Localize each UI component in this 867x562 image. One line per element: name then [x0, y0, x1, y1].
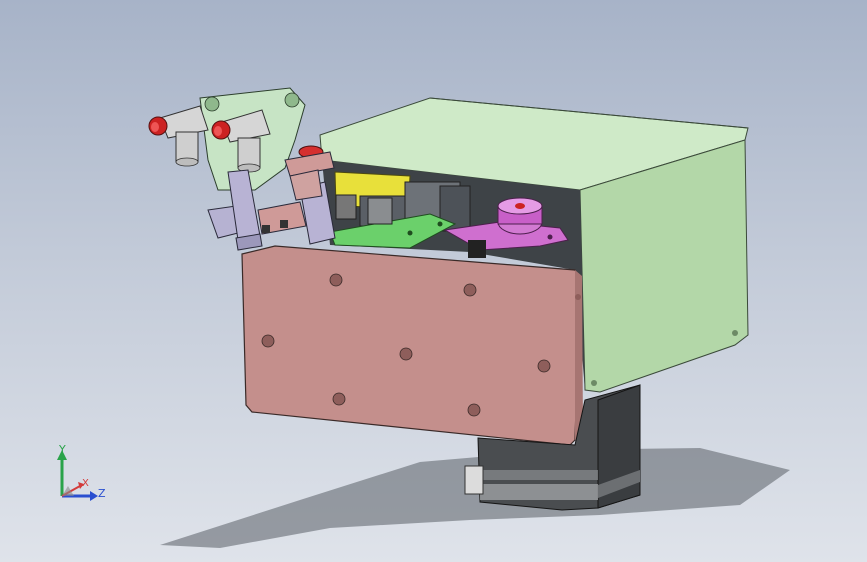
plate-hole	[332, 392, 346, 406]
coordinate-triad: Y X Z	[44, 440, 114, 510]
model-shadow	[160, 448, 790, 548]
plate-hole	[463, 283, 477, 297]
assembly-model[interactable]	[0, 0, 867, 562]
plate-hole	[537, 359, 551, 373]
mounting-plate[interactable]	[241, 245, 583, 446]
cad-viewport[interactable]: Y X Z	[0, 0, 867, 562]
plate-hole	[261, 334, 275, 348]
triad-y-label: Y	[59, 443, 66, 456]
plate-hole	[575, 294, 581, 300]
plate-hole	[399, 347, 413, 361]
plate-hole	[329, 273, 343, 287]
triad-z-label: Z	[98, 487, 106, 500]
plate-hole	[467, 403, 481, 417]
triad-x-label: X	[82, 478, 89, 489]
